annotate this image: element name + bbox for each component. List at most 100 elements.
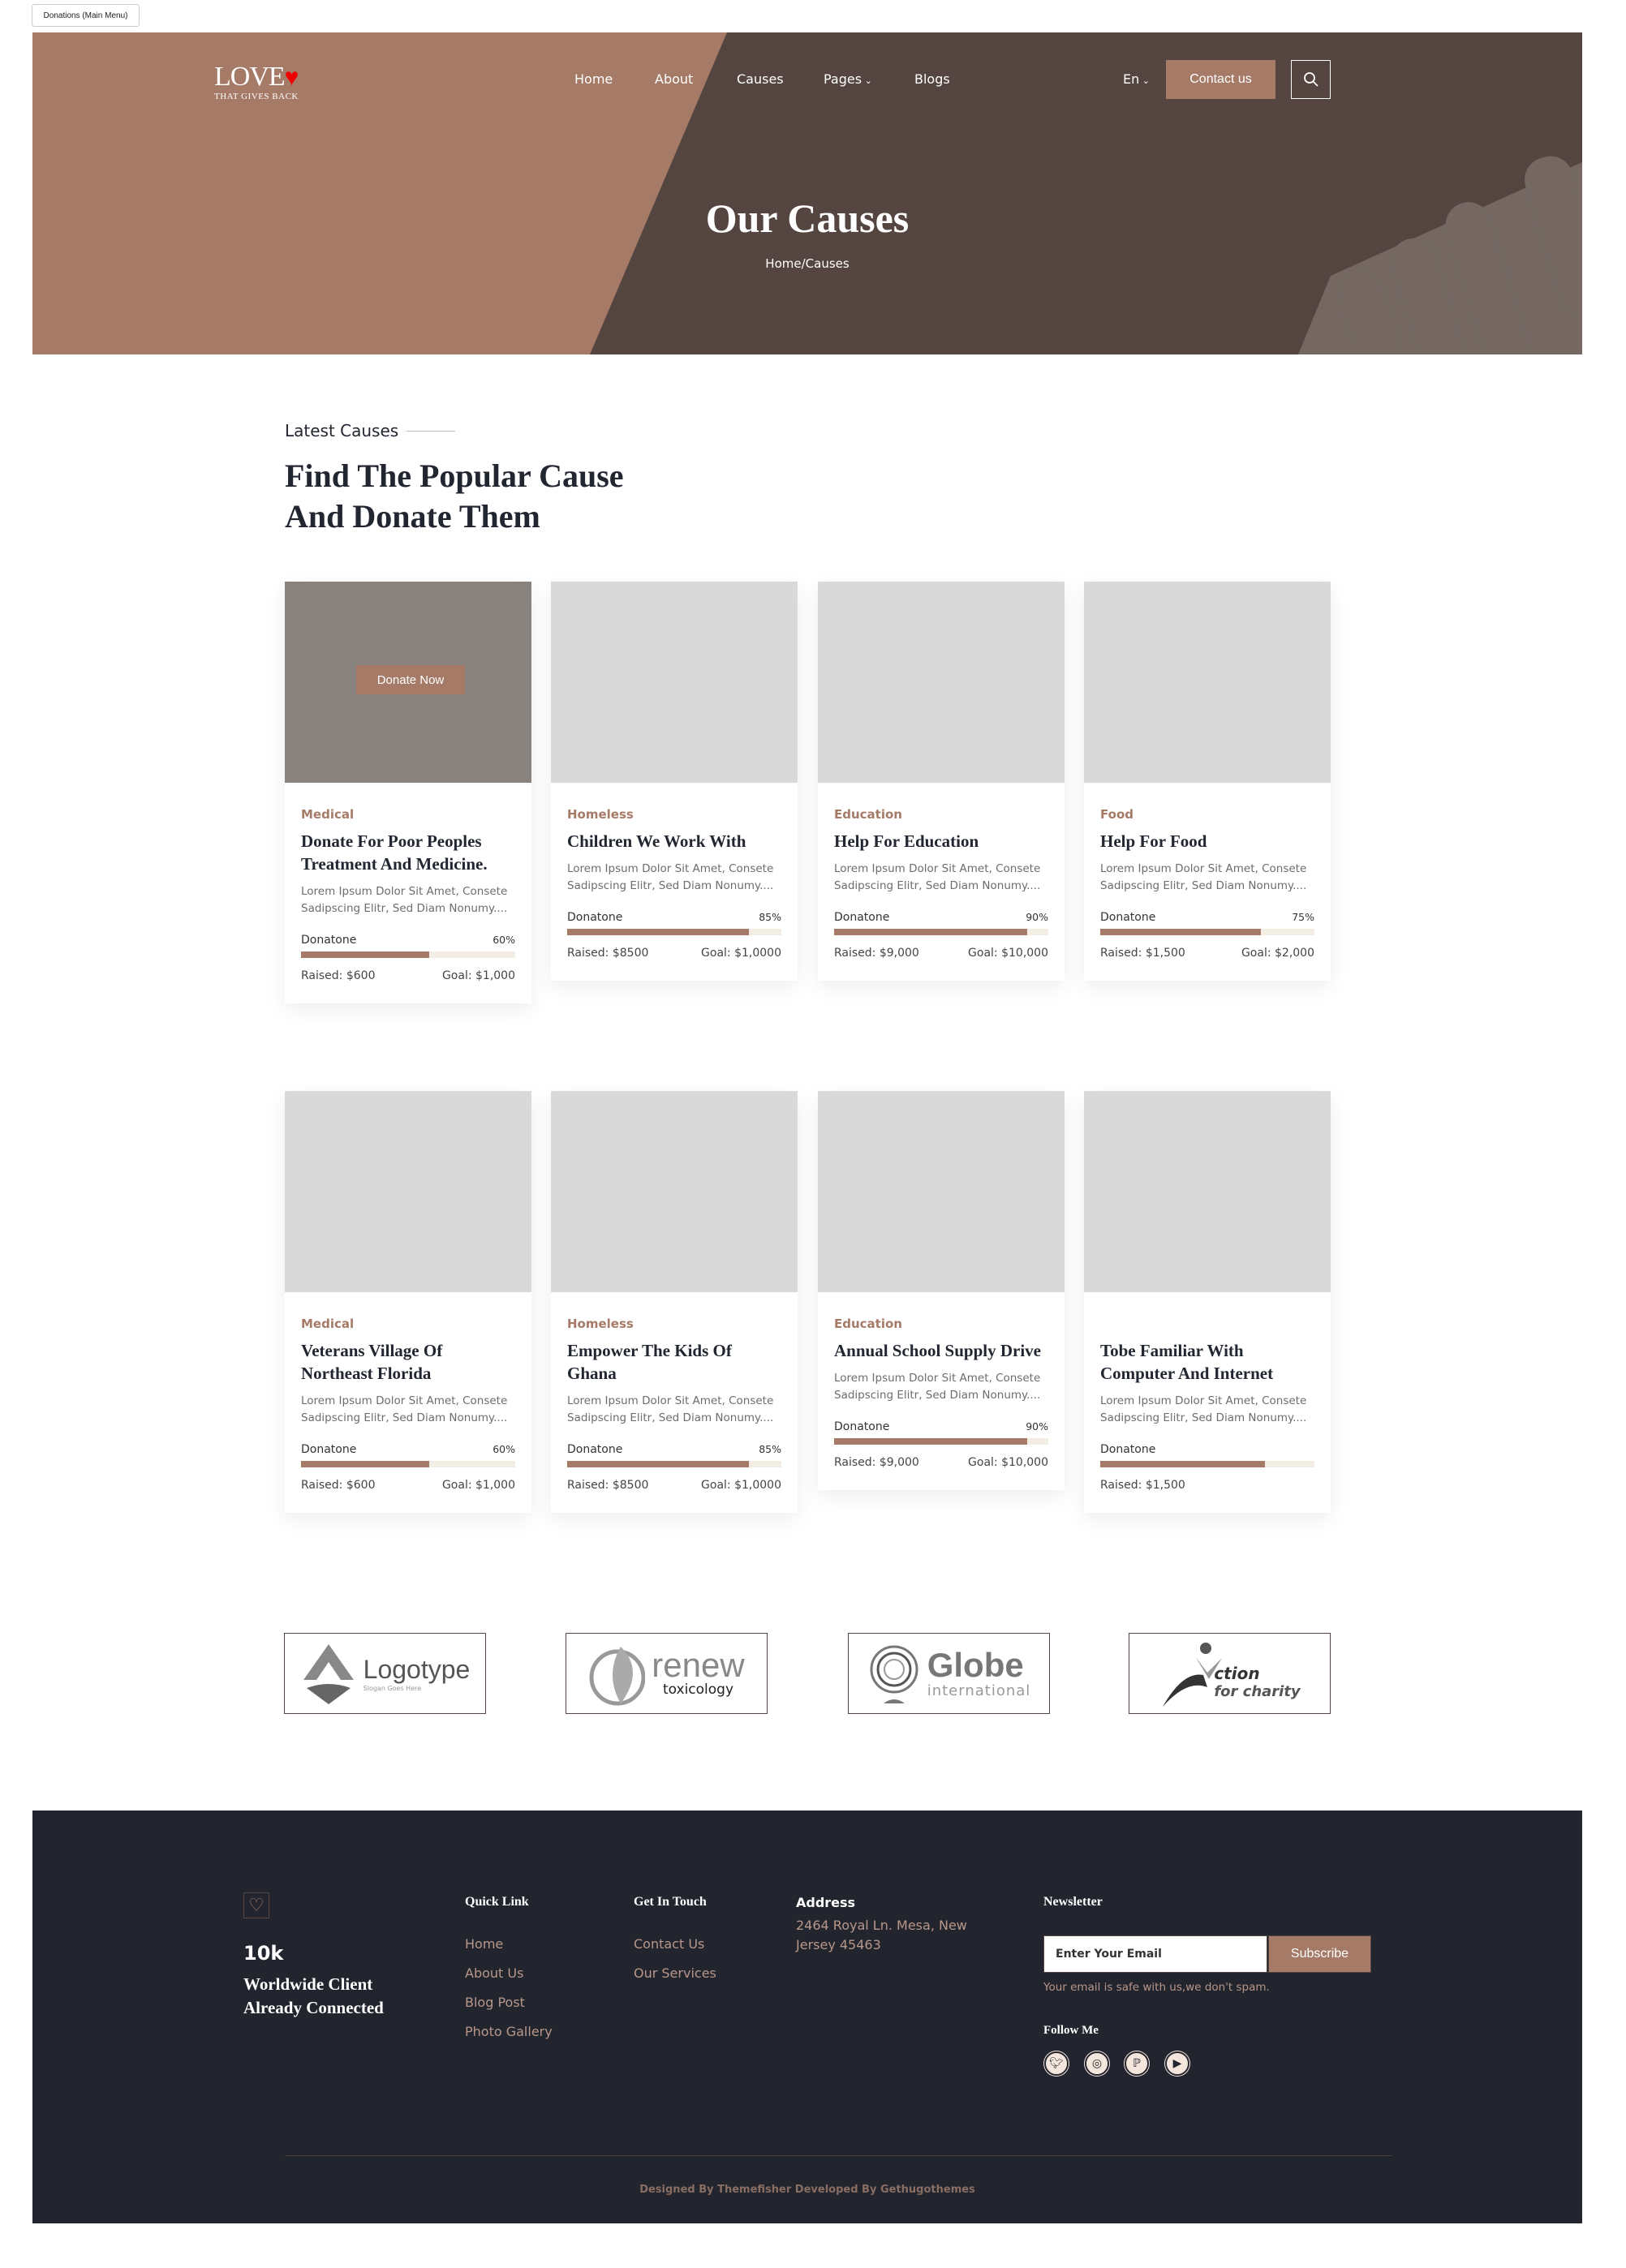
- cause-description: Lorem Ipsum Dolor Sit Amet, Consete Sadi…: [301, 885, 508, 915]
- cause-title[interactable]: Donate For Poor Peoples Treatment And Me…: [301, 830, 515, 875]
- cause-image[interactable]: [1084, 1091, 1331, 1292]
- cause-card[interactable]: Education Annual School Supply Drive Lorem…: [818, 1091, 1065, 1490]
- section-eyebrow: Latest Causes: [285, 421, 456, 440]
- goal-amount: Goal: $1,000: [441, 1479, 515, 1492]
- section-heading: Find The Popular Cause And Donate Them: [285, 457, 624, 535]
- partner-logo-globe[interactable]: Globe international: [848, 1633, 1050, 1714]
- progress-percent: 75%: [1292, 911, 1314, 923]
- progress-label: Donatone: [1100, 1443, 1156, 1456]
- cause-category[interactable]: [1100, 1317, 1314, 1331]
- footer-divider: [285, 2155, 1392, 2156]
- nav-home[interactable]: Home: [574, 71, 613, 87]
- progress-percent: 60%: [493, 934, 515, 946]
- cause-image[interactable]: Donate Now: [285, 582, 531, 783]
- cause-card[interactable]: Tobe Familiar With Computer And Internet…: [1084, 1091, 1331, 1513]
- progress-percent: 90%: [1026, 1420, 1048, 1433]
- youtube-icon[interactable]: ▶: [1165, 2051, 1189, 2076]
- nav-pages[interactable]: Pages ⌄: [824, 71, 872, 87]
- cause-card[interactable]: Homeless Children We Work With Lorem Ipsum…: [551, 582, 798, 981]
- partner-logo-logotype[interactable]: Logotype Slogan Goes Here: [284, 1633, 486, 1714]
- spam-note: Your email is safe with us,we don't spam…: [1043, 1981, 1270, 1994]
- goal-amount: Goal: $10,000: [968, 1456, 1048, 1469]
- cause-card[interactable]: Donate Now Medical Donate For Poor Peoples…: [285, 582, 531, 1003]
- raised-amount: Raised: $600: [301, 969, 376, 982]
- cause-description: Lorem Ipsum Dolor Sit Amet, Consete Sadi…: [301, 1394, 508, 1424]
- progress-label: Donatone: [1100, 911, 1156, 924]
- cause-description: Lorem Ipsum Dolor Sit Amet, Consete Sadi…: [834, 862, 1041, 892]
- partner-logo-renew[interactable]: renew toxicology: [566, 1633, 768, 1714]
- footer-link-contact[interactable]: Contact Us: [634, 1936, 704, 1952]
- cause-category[interactable]: Education: [834, 807, 1048, 822]
- progress-percent: 85%: [759, 911, 781, 923]
- twitter-icon[interactable]: 🐦︎: [1044, 2051, 1069, 2076]
- progress-bar: [301, 951, 515, 958]
- nav-blogs[interactable]: Blogs: [914, 71, 950, 87]
- quick-link-heading: Quick Link: [465, 1895, 529, 1909]
- cause-card[interactable]: Food Help For Food Lorem Ipsum Dolor Sit A…: [1084, 582, 1331, 981]
- cause-title[interactable]: Help For Food: [1100, 830, 1314, 853]
- copyright: Designed By Themefisher Developed By Get…: [639, 2184, 975, 2196]
- cause-image[interactable]: [551, 1091, 798, 1292]
- cause-image[interactable]: [551, 582, 798, 783]
- divider: [406, 430, 456, 432]
- footer-link-services[interactable]: Our Services: [634, 1965, 716, 1981]
- cause-title[interactable]: Help For Education: [834, 830, 1048, 853]
- cause-image[interactable]: [1084, 582, 1331, 783]
- cause-description: Lorem Ipsum Dolor Sit Amet, Consete Sadi…: [567, 1394, 774, 1424]
- raised-amount: Raised: $8500: [567, 947, 649, 960]
- raised-amount: Raised: $9,000: [834, 947, 919, 960]
- cause-category[interactable]: Homeless: [567, 807, 781, 822]
- progress-label: Donatone: [301, 1443, 357, 1456]
- partner-logo-action-for-charity[interactable]: ction for charity: [1129, 1633, 1331, 1714]
- pinterest-icon[interactable]: ℙ: [1125, 2051, 1149, 2076]
- cause-image[interactable]: [818, 582, 1065, 783]
- progress-bar: [301, 1461, 515, 1467]
- footer-link-about[interactable]: About Us: [465, 1965, 523, 1981]
- progress-fill: [301, 951, 430, 958]
- progress-label: Donatone: [834, 911, 890, 924]
- footer-link-gallery[interactable]: Photo Gallery: [465, 2024, 553, 2039]
- progress-label: Donatone: [301, 934, 357, 947]
- cause-title[interactable]: Tobe Familiar With Computer And Internet: [1100, 1339, 1314, 1385]
- raised-amount: Raised: $1,500: [1100, 947, 1185, 960]
- footer-link-home[interactable]: Home: [465, 1936, 503, 1952]
- cause-card[interactable]: Medical Veterans Village Of Northeast Flo…: [285, 1091, 531, 1513]
- email-input[interactable]: [1043, 1935, 1267, 1973]
- cause-image[interactable]: [818, 1091, 1065, 1292]
- cause-category[interactable]: Medical: [301, 807, 515, 822]
- cause-title[interactable]: Empower The Kids Of Ghana: [567, 1339, 781, 1385]
- instagram-icon[interactable]: ◎: [1085, 2051, 1109, 2076]
- raised-amount: Raised: $1,500: [1100, 1479, 1185, 1492]
- language-select[interactable]: En ⌄: [1123, 71, 1150, 87]
- progress-fill: [567, 929, 750, 935]
- page-title: Our Causes: [705, 195, 910, 241]
- progress-bar: [567, 1461, 781, 1467]
- cause-description: Lorem Ipsum Dolor Sit Amet, Consete Sadi…: [1100, 1394, 1307, 1424]
- footer-link-blog[interactable]: Blog Post: [465, 1995, 525, 2010]
- goal-amount: Goal: $1,0000: [701, 1479, 781, 1492]
- cause-image[interactable]: [285, 1091, 531, 1292]
- search-button[interactable]: [1291, 60, 1331, 99]
- cause-title[interactable]: Annual School Supply Drive: [834, 1339, 1048, 1362]
- cause-category[interactable]: Medical: [301, 1317, 515, 1331]
- cause-title[interactable]: Veterans Village Of Northeast Florida: [301, 1339, 515, 1385]
- cause-category[interactable]: Education: [834, 1317, 1048, 1331]
- cause-card[interactable]: Homeless Empower The Kids Of Ghana Lorem I…: [551, 1091, 798, 1513]
- subscribe-button[interactable]: Subscribe: [1268, 1935, 1371, 1973]
- nav-causes[interactable]: Causes: [737, 71, 784, 87]
- cause-card[interactable]: Education Help For Education Lorem Ipsum D…: [818, 582, 1065, 981]
- logo[interactable]: LOVE♥ THAT GIVES BACK: [214, 63, 299, 102]
- contact-us-button[interactable]: Contact us: [1166, 60, 1275, 99]
- breadcrumb[interactable]: Home/Causes: [32, 256, 1582, 271]
- donate-now-button[interactable]: Donate Now: [356, 665, 465, 694]
- cause-title[interactable]: Children We Work With: [567, 830, 781, 853]
- nav-about[interactable]: About: [655, 71, 693, 87]
- follow-heading: Follow Me: [1043, 2024, 1099, 2037]
- goal-amount: Goal: $10,000: [968, 947, 1048, 960]
- raised-amount: Raised: $600: [301, 1479, 376, 1492]
- progress-fill: [301, 1461, 430, 1467]
- heart-icon: ♥: [284, 64, 299, 91]
- progress-bar: [1100, 1461, 1314, 1467]
- cause-category[interactable]: Food: [1100, 807, 1314, 822]
- cause-category[interactable]: Homeless: [567, 1317, 781, 1331]
